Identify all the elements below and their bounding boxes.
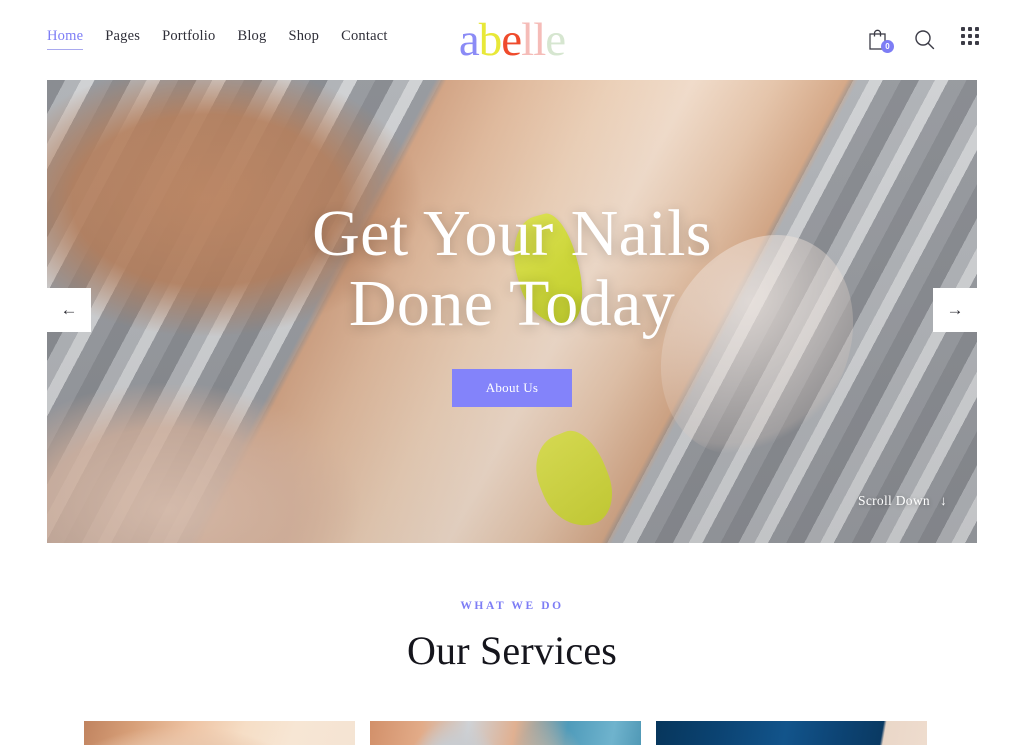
scroll-down-indicator[interactable]: Scroll Down ↓ xyxy=(858,493,947,509)
grid-dot xyxy=(975,41,979,45)
grid-dot xyxy=(961,27,965,31)
scroll-down-arrow-icon: ↓ xyxy=(939,493,947,508)
hero-title-line-2: Done Today xyxy=(348,266,676,340)
grid-dot xyxy=(975,34,979,38)
services-title: Our Services xyxy=(406,628,618,673)
header-icon-group: 0 xyxy=(866,27,982,53)
grid-dot xyxy=(961,41,965,45)
service-card-manicure[interactable] xyxy=(84,721,355,745)
site-header: Home Pages Portfolio Blog Shop Contact a… xyxy=(0,0,1024,78)
service-card-pedicure[interactable] xyxy=(370,721,641,745)
scroll-down-label: Scroll Down xyxy=(858,493,930,508)
grid-apps-icon[interactable] xyxy=(958,27,982,51)
services-eyebrow: WHAT WE DO xyxy=(460,600,564,612)
service-card-nailart[interactable] xyxy=(656,721,927,745)
cart-icon[interactable]: 0 xyxy=(866,27,894,53)
grid-dot xyxy=(961,34,965,38)
page-root: Home Pages Portfolio Blog Shop Contact a… xyxy=(0,0,1024,745)
grid-dot xyxy=(968,27,972,31)
grid-dot xyxy=(968,41,972,45)
services-card-grid xyxy=(84,721,941,745)
logo-letter-e2: e xyxy=(545,14,566,66)
logo-letter-b: b xyxy=(478,14,502,66)
service-card-image xyxy=(656,721,927,745)
logo-letter-e1: e xyxy=(501,14,522,66)
logo-letter-l2: l xyxy=(533,14,546,66)
service-card-image xyxy=(84,721,355,745)
hero-title: Get Your Nails Done Today xyxy=(312,196,712,340)
logo-letter-a: a xyxy=(458,14,480,66)
hero-title-line-1: Get Your Nails xyxy=(312,196,712,270)
hero-slider: Get Your Nails Done Today About Us ← → S… xyxy=(47,80,977,543)
grid-dot xyxy=(968,34,972,38)
grid-dot xyxy=(975,27,979,31)
hero-content: Get Your Nails Done Today About Us xyxy=(47,80,977,543)
search-icon[interactable] xyxy=(912,27,936,51)
services-section: WHAT WE DO Our Services xyxy=(0,600,1024,745)
logo-letter-l1: l xyxy=(521,14,534,66)
hero-next-arrow[interactable]: → xyxy=(933,288,977,332)
cart-count-badge: 0 xyxy=(881,40,894,53)
service-card-image xyxy=(370,721,641,745)
hero-prev-arrow[interactable]: ← xyxy=(47,288,91,332)
about-us-button[interactable]: About Us xyxy=(452,368,572,407)
